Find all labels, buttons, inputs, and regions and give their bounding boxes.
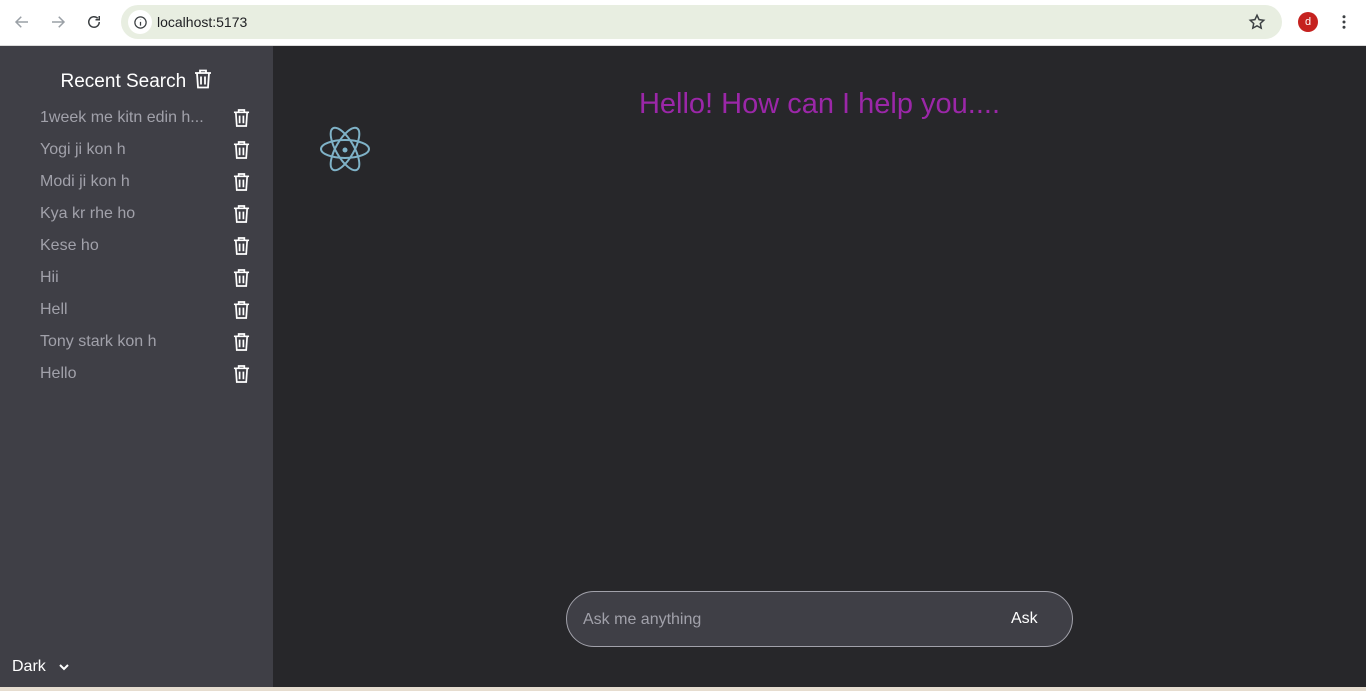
chevron-down-icon — [59, 664, 69, 671]
delete-search-button[interactable] — [231, 203, 251, 225]
list-item[interactable]: Modi ji kon h — [0, 166, 273, 198]
forward-arrow-icon[interactable] — [45, 9, 71, 35]
bookmark-star-icon[interactable] — [1246, 11, 1268, 33]
list-item[interactable]: Kya kr rhe ho — [0, 198, 273, 230]
ask-bar: Ask — [566, 591, 1073, 647]
search-item-label[interactable]: Kya kr rhe ho — [40, 205, 210, 223]
trash-icon — [233, 269, 249, 287]
delete-search-button[interactable] — [231, 171, 251, 193]
trash-icon — [233, 301, 249, 319]
trash-icon — [233, 365, 249, 383]
trash-icon — [233, 109, 249, 127]
delete-search-button[interactable] — [231, 299, 251, 321]
trash-icon — [233, 333, 249, 351]
theme-select-value[interactable]: Dark — [12, 658, 46, 676]
trash-icon — [233, 141, 249, 159]
back-arrow-icon[interactable] — [9, 9, 35, 35]
recent-search-list: 1week me kitn edin h... Yogi ji kon h Mo… — [0, 102, 273, 390]
delete-search-button[interactable] — [231, 363, 251, 385]
search-item-label[interactable]: Tony stark kon h — [40, 333, 210, 351]
sidebar-title: Recent Search — [0, 69, 273, 93]
list-item[interactable]: Hell — [0, 294, 273, 326]
ask-input[interactable] — [583, 608, 963, 632]
greeting-heading: Hello! How can I help you.... — [638, 88, 1001, 120]
taskbar-strip — [0, 687, 1366, 691]
address-bar[interactable]: localhost:5173 — [121, 5, 1282, 39]
profile-avatar[interactable]: d — [1298, 12, 1318, 32]
search-item-label[interactable]: Hello — [40, 365, 210, 383]
delete-search-button[interactable] — [231, 139, 251, 161]
delete-search-button[interactable] — [231, 331, 251, 353]
reload-icon[interactable] — [81, 9, 107, 35]
trash-icon — [233, 237, 249, 255]
kebab-menu-icon[interactable] — [1334, 10, 1354, 34]
browser-toolbar: localhost:5173 d — [0, 0, 1366, 46]
clear-history-trash-icon[interactable] — [194, 69, 212, 89]
site-info-icon[interactable] — [128, 10, 152, 34]
main-content: Hello! How can I help you.... Ask — [273, 46, 1366, 687]
trash-icon — [233, 173, 249, 191]
delete-search-button[interactable] — [231, 235, 251, 257]
theme-select[interactable]: Dark — [12, 658, 72, 676]
sidebar-title-text: Recent Search — [60, 71, 187, 92]
ask-button[interactable]: Ask — [1011, 610, 1038, 628]
search-item-label[interactable]: Modi ji kon h — [40, 173, 210, 191]
trash-icon — [233, 205, 249, 223]
sidebar: Recent Search 1week me kitn edin h... Yo… — [0, 46, 273, 687]
search-item-label[interactable]: Hell — [40, 301, 210, 319]
list-item[interactable]: Hii — [0, 262, 273, 294]
search-item-label[interactable]: Kese ho — [40, 237, 210, 255]
list-item[interactable]: 1week me kitn edin h... — [0, 102, 273, 134]
search-item-label[interactable]: Yogi ji kon h — [40, 141, 210, 159]
atom-logo-icon — [320, 126, 370, 172]
list-item[interactable]: Hello — [0, 358, 273, 390]
search-item-label[interactable]: 1week me kitn edin h... — [40, 109, 210, 127]
list-item[interactable]: Yogi ji kon h — [0, 134, 273, 166]
url-text[interactable]: localhost:5173 — [157, 14, 247, 30]
search-item-label[interactable]: Hii — [40, 269, 210, 287]
delete-search-button[interactable] — [231, 107, 251, 129]
list-item[interactable]: Tony stark kon h — [0, 326, 273, 358]
list-item[interactable]: Kese ho — [0, 230, 273, 262]
delete-search-button[interactable] — [231, 267, 251, 289]
